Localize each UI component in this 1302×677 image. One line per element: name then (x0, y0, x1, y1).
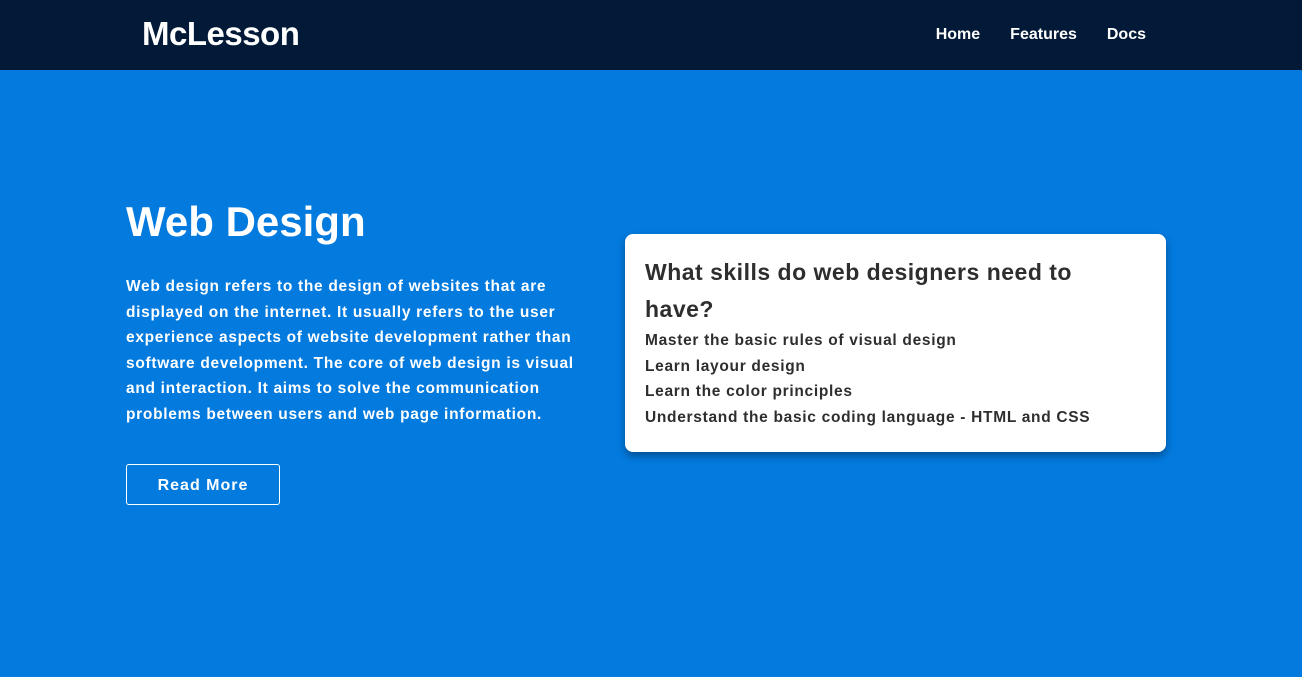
brand-logo[interactable]: McLesson (142, 14, 300, 54)
hero-title: Web Design (126, 198, 366, 245)
skills-list-item: Learn the color principles (645, 383, 853, 401)
read-more-button[interactable]: Read More (126, 464, 280, 505)
nav-link-home[interactable]: Home (936, 24, 980, 46)
hero-section: Web Design Web design refers to the desi… (0, 70, 1302, 677)
skills-list-item: Master the basic rules of visual design (645, 332, 957, 349)
skills-card: What skills do web designers need to hav… (625, 234, 1166, 452)
hero-description: Web design refers to the design of websi… (126, 278, 574, 423)
nav-links: Home Features Docs (936, 24, 1146, 46)
nav-link-features[interactable]: Features (1010, 24, 1077, 46)
skills-list-item: Understand the basic coding language - H… (645, 408, 1091, 426)
skills-list: Master the basic rules of visual design … (645, 328, 1146, 430)
skills-list-item: Learn layour design (645, 357, 806, 375)
nav-link-docs[interactable]: Docs (1107, 24, 1146, 46)
card-title: What skills do web designers need to hav… (645, 259, 1072, 322)
top-navbar: McLesson Home Features Docs (0, 0, 1302, 70)
